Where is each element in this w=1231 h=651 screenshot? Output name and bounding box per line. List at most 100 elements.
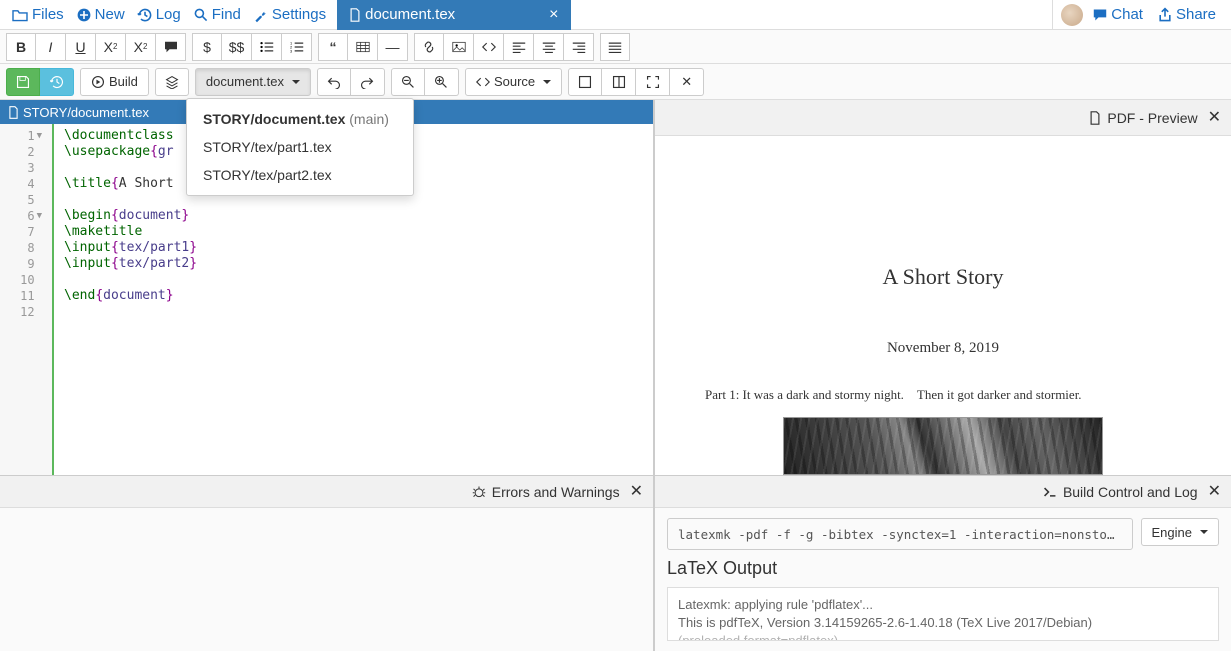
log-body: latexmk -pdf -f -g -bibtex -synctex=1 -i…: [655, 508, 1231, 651]
history-icon: [50, 75, 64, 89]
dropdown-item-label: STORY/document.tex: [203, 111, 345, 127]
log-line: Latexmk: applying rule 'pdflatex'...: [678, 596, 1208, 614]
ol-button[interactable]: 123: [282, 33, 312, 61]
line-no: 6: [27, 208, 34, 224]
code-button[interactable]: [474, 33, 504, 61]
hr-button[interactable]: —: [378, 33, 408, 61]
math-display-button[interactable]: $$: [222, 33, 252, 61]
workspace: STORY/document.tex 1▼ 2▼ 3▼ 4▼ 5▼ 6▼ 7▼ …: [0, 100, 1231, 651]
save-button[interactable]: [6, 68, 40, 96]
share-label: Share: [1176, 6, 1216, 23]
errors-title: Errors and Warnings: [492, 484, 620, 500]
wrench-icon: [253, 7, 269, 23]
plus-circle-icon: [76, 7, 92, 23]
italic-button[interactable]: I: [36, 33, 66, 61]
line-no: 11: [20, 288, 34, 304]
new-link[interactable]: New: [71, 4, 130, 25]
build-label: Build: [109, 74, 138, 89]
ul-button[interactable]: [252, 33, 282, 61]
image-button[interactable]: [444, 33, 474, 61]
log-output[interactable]: Latexmk: applying rule 'pdflatex'... Thi…: [667, 587, 1219, 641]
svg-text:3: 3: [290, 48, 292, 53]
undo-button[interactable]: [317, 68, 351, 96]
log-link[interactable]: Log: [132, 4, 186, 25]
bold-button[interactable]: B: [6, 33, 36, 61]
files-link[interactable]: Files: [6, 4, 69, 25]
top-nav-right: Chat Share: [1052, 0, 1231, 29]
log-label: Log: [156, 6, 181, 23]
line-no: 8: [27, 240, 34, 256]
zoom-in-button[interactable]: [425, 68, 459, 96]
line-no: 5: [27, 192, 34, 208]
build-button[interactable]: Build: [80, 68, 149, 96]
tab-close-icon[interactable]: ×: [549, 6, 558, 24]
split-vertical-button[interactable]: [602, 68, 636, 96]
save-icon: [16, 75, 30, 89]
math-inline-button[interactable]: $: [192, 33, 222, 61]
file-icon: [1089, 111, 1101, 125]
undo-icon: [327, 75, 341, 89]
find-link[interactable]: Find: [188, 4, 246, 25]
underline-button[interactable]: U: [66, 33, 96, 61]
align-right-icon: [572, 41, 586, 53]
errors-header: Errors and Warnings ✕: [0, 476, 653, 508]
settings-link[interactable]: Settings: [248, 4, 331, 25]
align-justify-button[interactable]: [600, 33, 630, 61]
dropdown-item[interactable]: STORY/document.tex (main): [187, 105, 413, 133]
avatar[interactable]: [1061, 4, 1083, 26]
redo-button[interactable]: [351, 68, 385, 96]
build-command-input[interactable]: latexmk -pdf -f -g -bibtex -synctex=1 -i…: [667, 518, 1133, 550]
dropdown-item[interactable]: STORY/tex/part1.tex: [187, 133, 413, 161]
line-no: 2: [27, 144, 34, 160]
superscript-button[interactable]: X2: [126, 33, 156, 61]
comment-button[interactable]: [156, 33, 186, 61]
build-command-text: latexmk -pdf -f -g -bibtex -synctex=1 -i…: [678, 527, 1115, 542]
fold-icon[interactable]: ▼: [37, 128, 42, 144]
code-icon: [476, 76, 490, 88]
pdf-header: PDF - Preview ✕: [655, 100, 1231, 136]
files-label: Files: [32, 6, 64, 23]
source-dropdown-button[interactable]: Source: [465, 68, 562, 96]
chat-icon: [1092, 8, 1108, 22]
line-no: 4: [27, 176, 34, 192]
line-no: 3: [27, 160, 34, 176]
align-left-icon: [512, 41, 526, 53]
tab-label: document.tex: [365, 6, 455, 23]
table-button[interactable]: [348, 33, 378, 61]
zoom-out-icon: [401, 75, 415, 89]
align-center-button[interactable]: [534, 33, 564, 61]
align-right-button[interactable]: [564, 33, 594, 61]
file-dropdown-label: document.tex: [206, 74, 284, 89]
fold-icon[interactable]: ▼: [37, 208, 42, 224]
align-left-button[interactable]: [504, 33, 534, 61]
bug-icon: [472, 485, 486, 499]
time-travel-button[interactable]: [40, 68, 74, 96]
engine-dropdown-button[interactable]: Engine: [1141, 518, 1219, 546]
list-ul-icon: [260, 41, 274, 53]
file-dropdown-button[interactable]: document.tex: [195, 68, 311, 96]
log-title: Build Control and Log: [1063, 484, 1198, 500]
layers-icon: [165, 75, 179, 89]
subscript-button[interactable]: X2: [96, 33, 126, 61]
dropdown-item[interactable]: STORY/tex/part2.tex: [187, 161, 413, 189]
quote-button[interactable]: “: [318, 33, 348, 61]
line-no: 9: [27, 256, 34, 272]
pdf-close-icon[interactable]: ✕: [1208, 110, 1221, 126]
fullscreen-button[interactable]: [636, 68, 670, 96]
link-button[interactable]: [414, 33, 444, 61]
zoom-out-button[interactable]: [391, 68, 425, 96]
share-link[interactable]: Share: [1152, 4, 1221, 25]
terminal-icon: [1043, 486, 1057, 498]
layers-button[interactable]: [155, 68, 189, 96]
log-close-icon[interactable]: ✕: [1208, 484, 1221, 500]
code-icon: [482, 41, 496, 53]
top-nav: Files New Log Find Settings document.tex…: [0, 0, 1231, 30]
chat-link[interactable]: Chat: [1087, 4, 1148, 25]
errors-close-icon[interactable]: ✕: [630, 484, 643, 500]
align-center-icon: [542, 41, 556, 53]
close-editor-button[interactable]: ✕: [670, 68, 704, 96]
tab-document[interactable]: document.tex ×: [337, 0, 570, 30]
dropdown-item-suffix: (main): [349, 111, 389, 127]
pdf-preview[interactable]: A Short Story November 8, 2019 Part 1: I…: [655, 136, 1231, 475]
split-none-button[interactable]: [568, 68, 602, 96]
